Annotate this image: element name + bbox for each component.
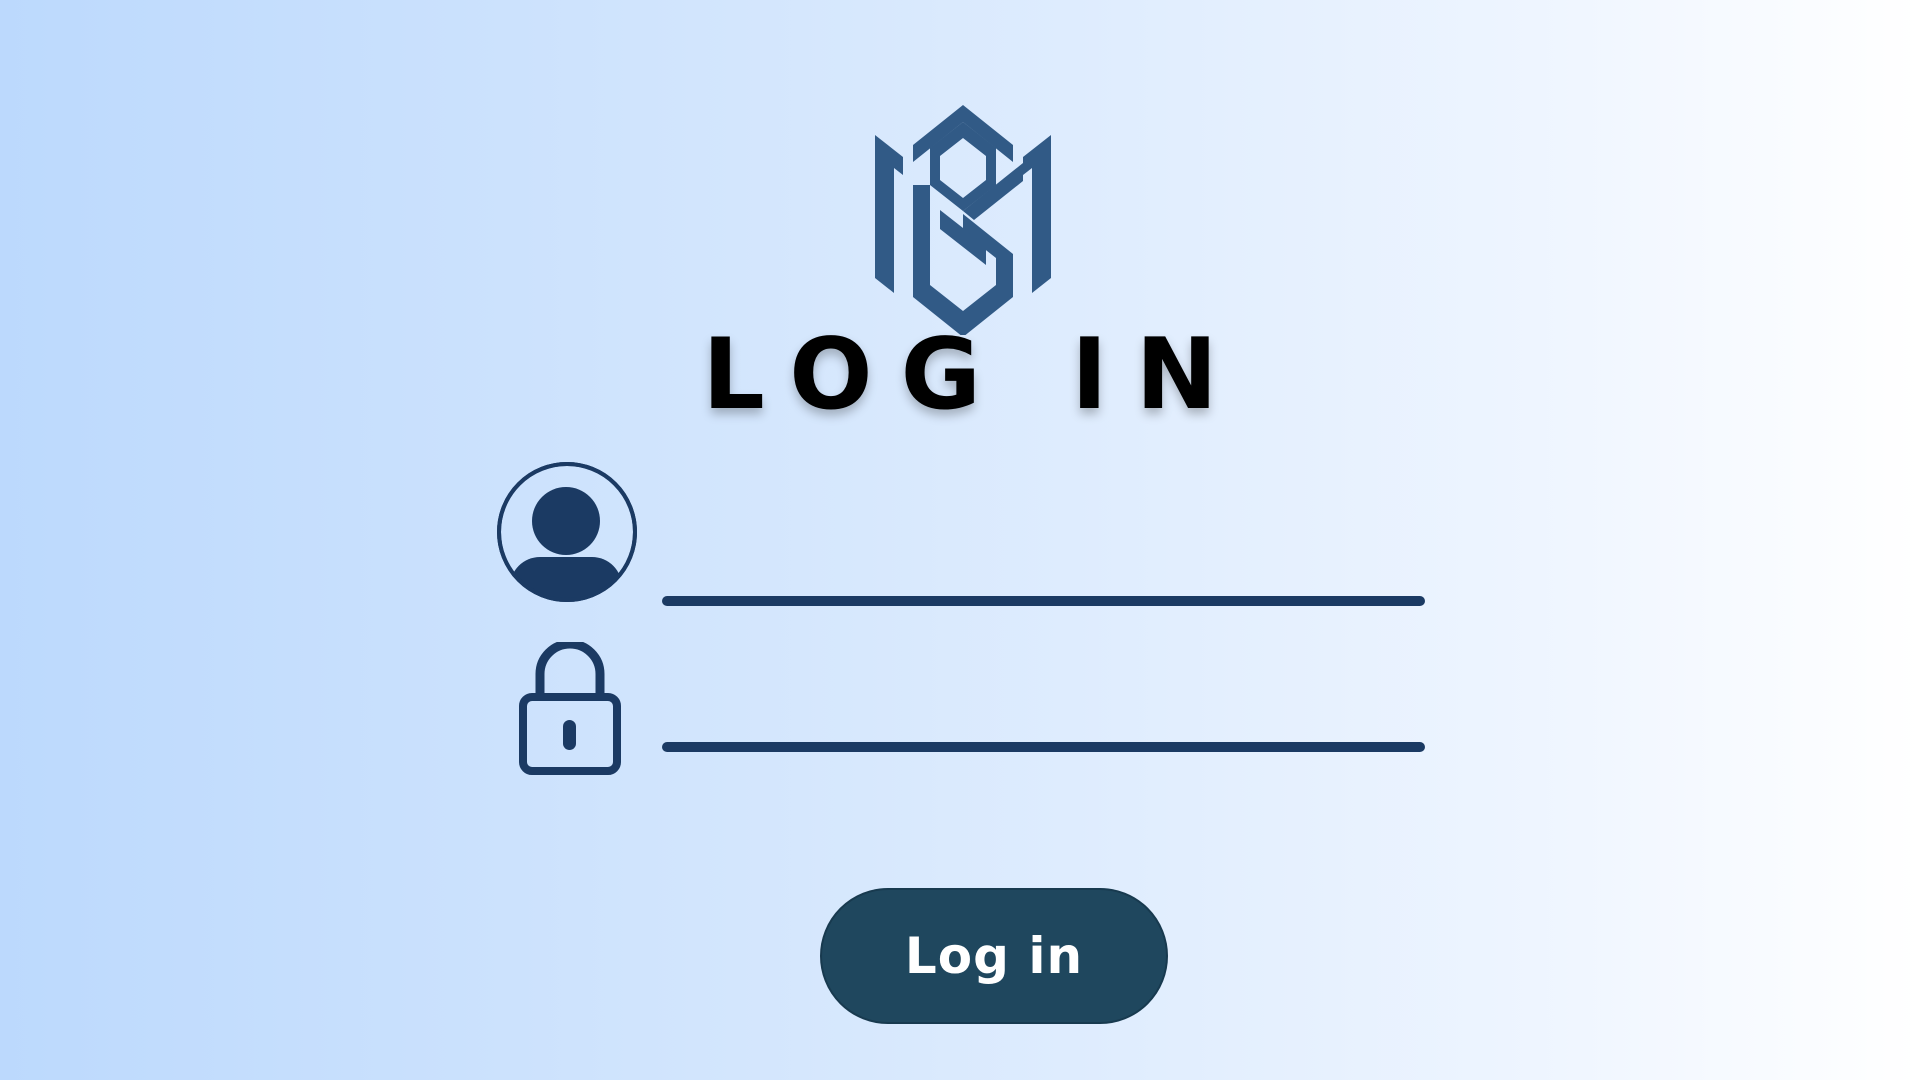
- shield-logo-icon: [875, 105, 1051, 335]
- page-title: LOG IN: [702, 318, 1246, 432]
- username-input[interactable]: [662, 548, 1422, 594]
- lock-icon: [519, 642, 621, 775]
- user-avatar-icon: [497, 462, 637, 602]
- password-input[interactable]: [662, 694, 1422, 740]
- password-underline: [662, 742, 1425, 752]
- login-button[interactable]: Log in: [820, 888, 1168, 1024]
- username-underline: [662, 596, 1425, 606]
